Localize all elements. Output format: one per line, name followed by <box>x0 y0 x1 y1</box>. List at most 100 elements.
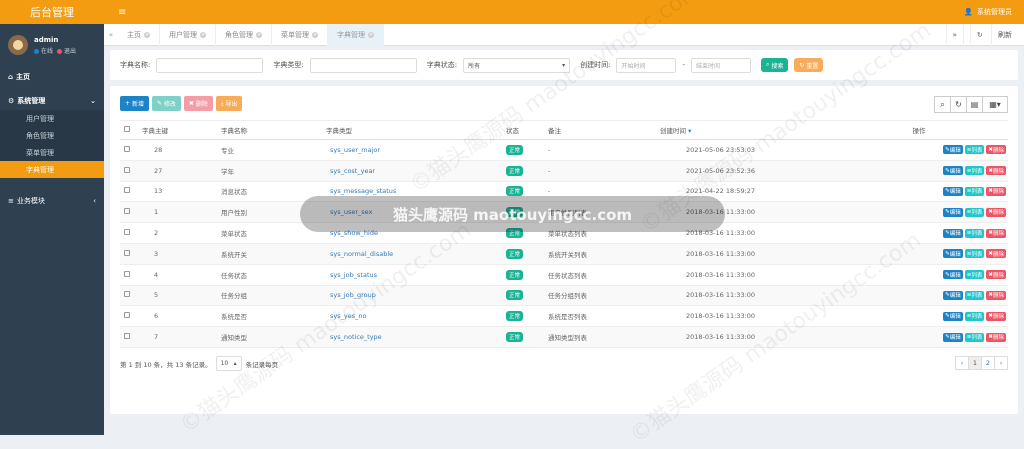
row-delete-button[interactable]: ✖ 删除 <box>986 249 1006 259</box>
row-edit-button[interactable]: ✎ 编辑 <box>943 290 963 300</box>
reset-button[interactable]: ↻ 重置 <box>794 58 824 72</box>
row-checkbox[interactable] <box>124 270 130 277</box>
row-checkbox[interactable] <box>124 312 130 319</box>
row-edit-button[interactable]: ✎ 编辑 <box>943 228 963 238</box>
logout-link[interactable]: 退出 <box>57 46 76 55</box>
col-name[interactable]: 字典名称 <box>221 120 326 140</box>
row-edit-button[interactable]: ✎ 编辑 <box>943 166 963 176</box>
row-delete-button[interactable]: ✖ 删除 <box>986 228 1006 238</box>
add-button[interactable]: + 新增 <box>120 96 149 111</box>
menu-toggle-icon[interactable]: ≡ <box>118 7 126 18</box>
end-time-input[interactable]: 结束时间 <box>690 57 751 73</box>
row-checkbox[interactable] <box>124 291 130 298</box>
tab-scroll-left-icon[interactable]: « <box>104 31 118 39</box>
cell-type-link[interactable]: sys_user_major <box>330 146 380 154</box>
row-delete-button[interactable]: ✖ 删除 <box>986 145 1006 155</box>
cell-type-link[interactable]: sys_normal_disable <box>330 250 393 258</box>
select-all-checkbox[interactable] <box>124 126 130 132</box>
close-icon[interactable]: × <box>200 31 206 38</box>
edit-button[interactable]: ✎ 修改 <box>151 96 181 111</box>
sidebar-item-roles[interactable]: 角色管理 <box>0 127 104 144</box>
export-button[interactable]: ⤓ 导出 <box>215 96 243 111</box>
row-list-button[interactable]: ≡ 列表 <box>964 166 985 176</box>
table-row[interactable]: 3 系统开关 sys_normal_disable 正常 系统开关列表 2018-03-1… <box>120 243 1008 265</box>
close-icon[interactable]: × <box>312 31 318 38</box>
refresh-icon[interactable]: ↻ <box>950 96 967 113</box>
search-button[interactable]: ⌕ 搜索 <box>760 58 789 72</box>
row-checkbox[interactable] <box>124 208 130 215</box>
row-edit-button[interactable]: ✎ 编辑 <box>943 207 963 217</box>
delete-button[interactable]: ✖ 删除 <box>183 96 213 111</box>
row-checkbox[interactable] <box>124 166 130 173</box>
table-row[interactable]: 5 任务分组 sys_job_group 正常 任务分组列表 2018-03-16 11:… <box>120 285 1008 307</box>
sidebar-item-dict[interactable]: 字典管理 <box>0 161 104 178</box>
table-row[interactable]: 7 通知类型 sys_notice_type 正常 通知类型列表 2018-03-16 1… <box>120 326 1008 348</box>
tab-scroll-right-icon[interactable]: » <box>945 23 963 46</box>
close-icon[interactable]: × <box>144 31 150 38</box>
cell-type-link[interactable]: sys_job_group <box>330 291 376 299</box>
row-checkbox[interactable] <box>124 145 130 152</box>
tab-home[interactable]: 主页 × <box>118 23 160 46</box>
tab-dict[interactable]: 字典管理 × <box>328 23 384 46</box>
table-row[interactable]: 4 任务状态 sys_job_status 正常 任务状态列表 2018-03-16 11… <box>120 264 1008 286</box>
col-type[interactable]: 字典类型 <box>326 120 506 140</box>
toggle-view-icon[interactable]: ▤ <box>966 96 983 113</box>
row-list-button[interactable]: ≡ 列表 <box>964 270 985 280</box>
page-size-select[interactable]: 10 ▴ <box>215 356 242 371</box>
cell-type-link[interactable]: sys_notice_type <box>330 333 382 341</box>
table-row[interactable]: 28 专业 sys_user_major 正常 -2021-05-06 23:53:03… <box>120 139 1008 161</box>
start-time-input[interactable]: 开始时间 <box>616 57 677 73</box>
row-delete-button[interactable]: ✖ 删除 <box>986 311 1006 321</box>
row-checkbox[interactable] <box>124 333 130 340</box>
cell-type-link[interactable]: sys_cost_year <box>330 167 375 175</box>
table-row[interactable]: 6 系统是否 sys_yes_no 正常 系统是否列表 2018-03-16 11:33:… <box>120 305 1008 328</box>
close-icon[interactable]: × <box>256 31 262 38</box>
row-checkbox[interactable] <box>124 229 130 236</box>
page-next-button[interactable]: › <box>994 356 1008 370</box>
row-list-button[interactable]: ≡ 列表 <box>964 145 985 155</box>
dict-status-select[interactable]: 所有 ▾ <box>463 57 571 73</box>
page-2-button[interactable]: 2 <box>981 356 995 370</box>
row-list-button[interactable]: ≡ 列表 <box>964 311 985 321</box>
col-id[interactable]: 字典主键 <box>142 120 221 140</box>
sidebar-item-users[interactable]: 用户管理 <box>0 110 104 127</box>
tab-roles[interactable]: 角色管理 × <box>216 23 272 46</box>
row-list-button[interactable]: ≡ 列表 <box>964 228 985 238</box>
row-edit-button[interactable]: ✎ 编辑 <box>943 311 963 321</box>
tab-users[interactable]: 用户管理 × <box>160 23 216 46</box>
row-delete-button[interactable]: ✖ 删除 <box>986 290 1006 300</box>
page-1-button[interactable]: 1 <box>968 356 982 370</box>
dict-type-input[interactable] <box>309 57 417 73</box>
row-delete-button[interactable]: ✖ 删除 <box>986 270 1006 280</box>
row-list-button[interactable]: ≡ 列表 <box>964 249 985 259</box>
page-prev-button[interactable]: ‹ <box>955 356 969 370</box>
sidebar-item-business[interactable]: ≡ 业务模块 ‹ <box>0 192 104 210</box>
row-list-button[interactable]: ≡ 列表 <box>964 186 985 196</box>
row-list-button[interactable]: ≡ 列表 <box>964 207 985 217</box>
row-list-button[interactable]: ≡ 列表 <box>964 332 985 342</box>
close-icon[interactable]: × <box>368 31 374 38</box>
row-edit-button[interactable]: ✎ 编辑 <box>943 145 963 155</box>
refresh-button[interactable]: ↻ 刷新 <box>962 23 1024 46</box>
row-delete-button[interactable]: ✖ 删除 <box>986 207 1006 217</box>
row-list-button[interactable]: ≡ 列表 <box>964 290 985 300</box>
search-toggle-icon[interactable]: ⌕ <box>934 96 951 113</box>
row-delete-button[interactable]: ✖ 删除 <box>986 186 1006 196</box>
col-create-time[interactable]: 创建时间 ▾ <box>660 120 830 140</box>
columns-icon[interactable]: ▦▾ <box>982 96 1008 113</box>
cell-type-link[interactable]: sys_job_status <box>330 271 377 279</box>
sidebar-item-home[interactable]: ⌂ 主页 <box>0 68 104 86</box>
row-delete-button[interactable]: ✖ 删除 <box>986 166 1006 176</box>
row-delete-button[interactable]: ✖ 删除 <box>986 332 1006 342</box>
row-edit-button[interactable]: ✎ 编辑 <box>943 186 963 196</box>
sidebar-item-system[interactable]: ⚙ 系统管理 ⌄ <box>0 92 104 110</box>
admin-name[interactable]: 系统管理员 <box>977 7 1012 17</box>
row-checkbox[interactable] <box>124 249 130 256</box>
row-edit-button[interactable]: ✎ 编辑 <box>943 249 963 259</box>
cell-type-link[interactable]: sys_yes_no <box>330 312 366 320</box>
cell-type-link[interactable]: sys_message_status <box>330 187 396 195</box>
dict-name-input[interactable] <box>156 57 264 73</box>
tab-menus[interactable]: 菜单管理 × <box>272 23 328 46</box>
sidebar-item-menus[interactable]: 菜单管理 <box>0 144 104 161</box>
row-edit-button[interactable]: ✎ 编辑 <box>943 270 963 280</box>
